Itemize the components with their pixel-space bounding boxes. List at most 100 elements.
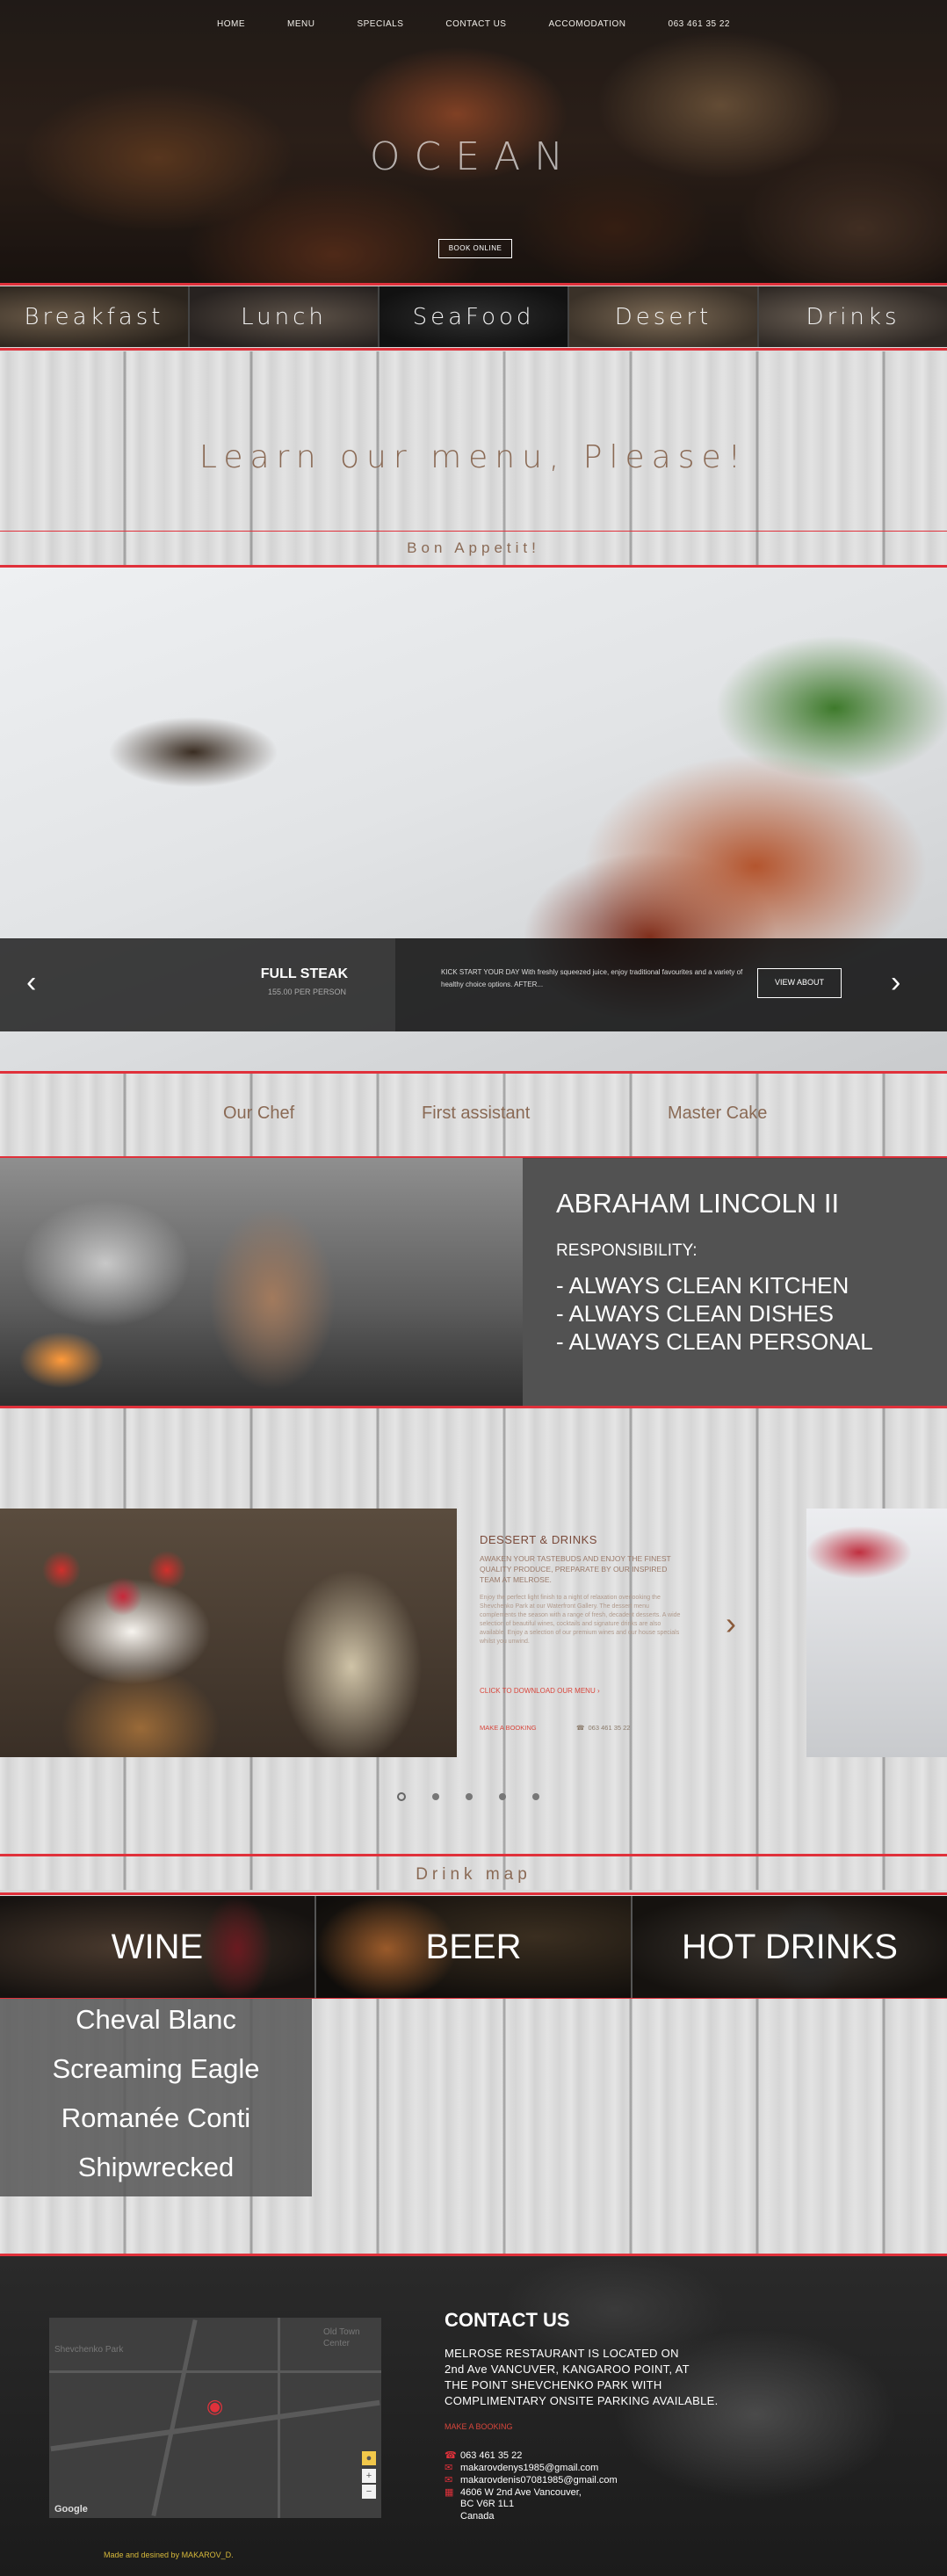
slide-detail-panel: KICK START YOUR DAY With freshly squeeze… — [395, 938, 947, 1031]
map-label: Old Town Center — [323, 2327, 360, 2348]
contact-country: Canada — [460, 2511, 495, 2522]
staff-tabs: Our Chef First assistant Master Cake — [0, 1074, 947, 1156]
tab-beer[interactable]: BEER — [316, 1896, 633, 1998]
contact-region: BC V6R 1L1 — [460, 2499, 515, 2509]
dish-description: KICK START YOUR DAY With freshly squeeze… — [441, 968, 743, 988]
chevron-right-icon[interactable]: › — [726, 1605, 736, 1642]
address-line: COMPLIMENTARY ONSITE PARKING AVAILABLE. — [445, 2394, 719, 2407]
google-logo: Google — [54, 2504, 88, 2514]
credits-text: Made and desined by MAKAROV_D. — [104, 2551, 234, 2559]
map-road — [151, 2319, 198, 2517]
phone-icon: ☎ — [445, 2450, 457, 2461]
divider-line — [0, 283, 947, 286]
contact-street: 4606 W 2nd Ave Vancouver, — [460, 2487, 582, 2498]
contact-email-text: makarovdenis07081985@gmail.com — [460, 2475, 618, 2486]
address-line: THE POINT SHEVCHENKO PARK WITH — [445, 2378, 662, 2391]
download-link-text: CLICK TO DOWNLOAD OUR MENU — [480, 1687, 596, 1695]
drink-tabs: WINE BEER HOT DRINKS — [0, 1896, 947, 1998]
tab-label: Desert — [614, 303, 712, 330]
carousel-dot[interactable] — [397, 1792, 406, 1801]
address-line: 2nd Ave VANCUVER, KANGAROO POINT, AT — [445, 2363, 690, 2376]
contact-address: ▦ 4606 W 2nd Ave Vancouver, — [445, 2486, 582, 2498]
carousel-dot[interactable] — [499, 1793, 506, 1800]
nav-home-link[interactable]: HOME — [217, 19, 245, 29]
contact-phone[interactable]: ☎ 063 461 35 22 — [445, 2449, 522, 2461]
top-navigation: HOME MENU SPECIALS CONTACT US ACCOMODATI… — [0, 19, 947, 29]
tab-label: HOT DRINKS — [682, 1927, 898, 1966]
map-pin-icon[interactable]: ◉ — [206, 2395, 223, 2418]
dessert-subtitle: AWAKEN YOUR TASTEBUDS AND ENJOY THE FINE… — [480, 1554, 671, 1584]
location-map[interactable]: Shevchenko Park Old Town Center ◉ ● + − … — [49, 2318, 381, 2518]
tab-master-cake[interactable]: Master Cake — [668, 1103, 767, 1124]
dessert-phone-text: 063 461 35 22 — [588, 1724, 631, 1732]
dessert-phone: ☎ 063 461 35 22 — [576, 1724, 630, 1732]
tab-seafood[interactable]: SeaFood — [380, 286, 569, 347]
tab-label: BEER — [425, 1927, 522, 1966]
menu-category-tabs: Breakfast Lunch SeaFood Desert Drinks — [0, 286, 947, 347]
zoom-out-button[interactable]: − — [362, 2485, 376, 2499]
make-booking-link[interactable]: MAKE A BOOKING — [445, 2422, 513, 2431]
map-road — [278, 2318, 280, 2518]
tab-breakfast[interactable]: Breakfast — [0, 286, 190, 347]
mail-icon: ✉ — [445, 2463, 453, 2473]
dessert-body: Enjoy the perfect light finish to a nigh… — [480, 1595, 681, 1645]
wine-item[interactable]: Screaming Eagle — [0, 2053, 312, 2085]
responsibility-label: RESPONSIBILITY: — [556, 1241, 698, 1260]
tab-label: SeaFood — [412, 303, 535, 330]
chef-duty: - ALWAYS CLEAN DISHES — [556, 1300, 834, 1327]
download-menu-link[interactable]: CLICK TO DOWNLOAD OUR MENU › — [480, 1687, 600, 1695]
tab-desert[interactable]: Desert — [569, 286, 759, 347]
chevron-right-icon[interactable]: › — [891, 965, 900, 1000]
carousel-dot[interactable] — [432, 1793, 439, 1800]
chevron-right-icon: › — [596, 1687, 600, 1695]
dessert-text: DESSERT & DRINKS AWAKEN YOUR TASTEBUDS A… — [480, 1533, 682, 1646]
make-booking-link[interactable]: MAKE A BOOKING — [480, 1724, 537, 1732]
carousel-dot[interactable] — [466, 1793, 473, 1800]
chef-name: ABRAHAM LINCOLN II — [556, 1188, 840, 1219]
nav-menu-link[interactable]: MENU — [287, 19, 314, 29]
tab-label: Drinks — [806, 303, 900, 330]
footer: Shevchenko Park Old Town Center ◉ ● + − … — [0, 2256, 947, 2576]
nav-specials-link[interactable]: SPECIALS — [357, 19, 403, 29]
nav-accomodation-link[interactable]: ACCOMODATION — [548, 19, 625, 29]
tab-first-assistant[interactable]: First assistant — [422, 1103, 530, 1124]
view-about-button[interactable]: VIEW ABOUT — [757, 968, 842, 998]
location-icon: ▦ — [445, 2487, 454, 2498]
dessert-carousel: DESSERT & DRINKS AWAKEN YOUR TASTEBUDS A… — [0, 1408, 947, 1854]
wine-item[interactable]: Romanée Conti — [0, 2102, 312, 2134]
dish-name: FULL STEAK — [260, 966, 348, 981]
mail-icon: ✉ — [445, 2475, 453, 2486]
carousel-dots — [397, 1792, 539, 1801]
wine-list: Cheval Blanc Screaming Eagle Romanée Con… — [0, 1999, 312, 2196]
nav-phone-link[interactable]: 063 461 35 22 — [669, 19, 730, 29]
contact-email[interactable]: ✉ makarovdenis07081985@gmail.com — [445, 2474, 618, 2486]
carousel-dot[interactable] — [532, 1793, 539, 1800]
contact-email-text: makarovdenys1985@gmail.com — [460, 2463, 599, 2473]
tab-wine[interactable]: WINE — [0, 1896, 316, 1998]
divider-line — [0, 1892, 947, 1895]
book-online-button[interactable]: BOOK ONLINE — [438, 239, 512, 258]
drink-map-bar: Drink map — [0, 1856, 947, 1890]
tab-our-chef[interactable]: Our Chef — [223, 1103, 294, 1124]
phone-icon: ☎ — [576, 1724, 585, 1732]
nav-contact-link[interactable]: CONTACT US — [445, 19, 506, 29]
tab-label: Breakfast — [24, 303, 164, 330]
bon-appetit-bar: Bon Appetit! — [0, 532, 947, 565]
tab-drinks[interactable]: Drinks — [759, 286, 947, 347]
chevron-left-icon[interactable]: ‹ — [26, 965, 36, 1000]
dessert-photo — [0, 1509, 457, 1757]
tab-lunch[interactable]: Lunch — [190, 286, 380, 347]
dish-price: 155.00 PER PERSON — [267, 988, 346, 996]
slide-title-panel: ‹ FULL STEAK 155.00 PER PERSON — [0, 938, 395, 1031]
hero-title: OCEAN — [369, 134, 578, 179]
contact-title: CONTACT US — [445, 2309, 570, 2331]
wine-item[interactable]: Cheval Blanc — [0, 2004, 312, 2036]
pegman-icon[interactable]: ● — [362, 2451, 376, 2465]
zoom-in-button[interactable]: + — [362, 2469, 376, 2483]
learn-menu-title: Learn our menu, Please! — [199, 439, 748, 475]
tab-hot-drinks[interactable]: HOT DRINKS — [633, 1896, 947, 1998]
chef-duty: - ALWAYS CLEAN KITCHEN — [556, 1272, 849, 1299]
wine-item[interactable]: Shipwrecked — [0, 2152, 312, 2183]
tab-label: WINE — [111, 1927, 204, 1966]
contact-email[interactable]: ✉ makarovdenys1985@gmail.com — [445, 2462, 598, 2473]
